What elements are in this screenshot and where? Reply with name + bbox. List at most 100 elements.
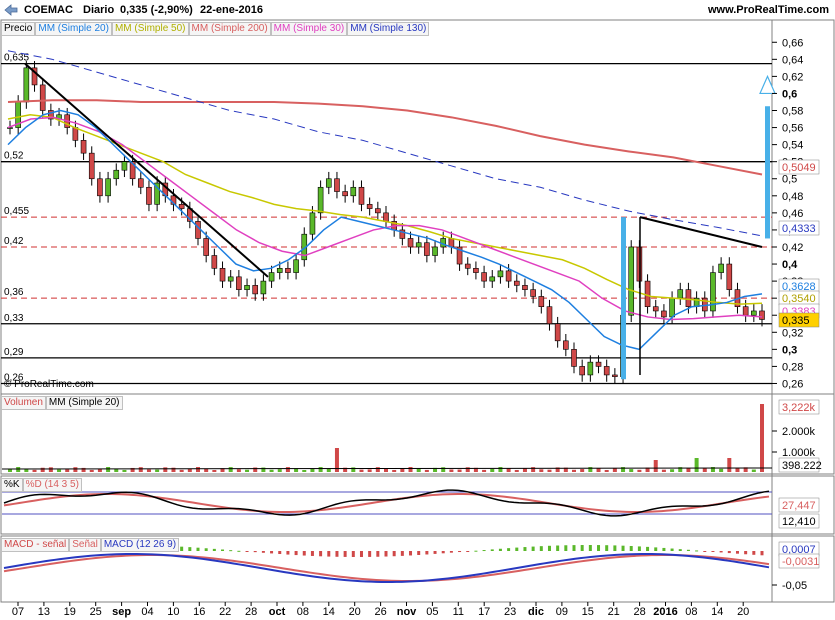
candle-body [268, 272, 275, 282]
x-tick-label: 05 [426, 606, 438, 618]
candle-body [260, 280, 267, 295]
tag-signal: -0,0031 [782, 556, 819, 568]
macd-hist-bar [507, 548, 511, 551]
candle-body [677, 289, 684, 299]
y-tick-label: 0,58 [782, 106, 803, 118]
y-tick-label: 0,62 [782, 71, 803, 83]
macd-hist-bar [564, 545, 568, 551]
tag-last-price: 0,335 [782, 315, 810, 327]
level-label: 0,42 [4, 236, 24, 247]
x-tick-label: oct [269, 606, 286, 618]
macd-hist-bar [359, 551, 363, 557]
legend-sma130: MM (Simple 130) [347, 22, 430, 36]
tag-sma50: 0,3540 [782, 293, 816, 305]
candle-body [563, 340, 569, 350]
level-label: 0,455 [4, 206, 29, 217]
x-tick-label: 23 [504, 606, 516, 618]
macd-hist-bar [278, 551, 282, 555]
candle-body [505, 270, 512, 282]
y-tick-label: 0,26 [782, 378, 803, 390]
volume-bar [686, 468, 691, 472]
volume-bar [122, 469, 127, 472]
candle-body [97, 178, 103, 197]
candle-body [726, 263, 733, 290]
macd-hist-bar [539, 546, 543, 551]
volume-bar [318, 467, 323, 472]
candle-body [612, 374, 618, 377]
candle-body [334, 178, 340, 192]
macd-hist-bar [368, 551, 372, 557]
tag-sma200: 0,5049 [782, 162, 816, 174]
y-tick-label: 0,6 [782, 88, 797, 100]
candle-body [513, 280, 520, 286]
macd-hist-bar [188, 547, 192, 551]
volume-bar [670, 469, 675, 472]
candle-body [219, 268, 226, 282]
y-tick-label: 0,5 [782, 174, 797, 186]
candle-body [23, 67, 30, 103]
volume-bar [449, 469, 454, 472]
legend-macd: MACD (12 26 9) [100, 538, 180, 552]
watermark: © ProRealTime.com [4, 379, 94, 390]
volume-bar [163, 467, 168, 472]
sma20-line [7, 109, 763, 351]
x-tick-label: 16 [193, 606, 205, 618]
macd-line [3, 553, 770, 583]
candle-body [285, 268, 291, 273]
x-tick-label: nov [397, 606, 417, 618]
macd-hist-bar [662, 547, 666, 551]
candle-body [178, 204, 185, 209]
breakout-bar [621, 217, 626, 380]
volume-bar [277, 469, 282, 472]
volume-bar [596, 468, 601, 472]
macd-hist-bar [245, 551, 249, 552]
candle-body [473, 268, 479, 273]
macd-hist-bar [425, 551, 429, 555]
macd-hist-bar [572, 545, 576, 551]
y-tick-label: 0,3 [782, 344, 797, 356]
candle-body [195, 221, 201, 239]
macd-hist-bar [237, 550, 241, 552]
macd-hist-bar [490, 549, 494, 551]
volume-bar [89, 469, 94, 472]
candle-body [571, 349, 577, 367]
y-tick-label: 0,46 [782, 208, 803, 220]
macd-hist-bar [417, 551, 421, 555]
macd-hist-bar [531, 546, 535, 551]
candle-body [72, 127, 79, 141]
y-tick-label: 0,54 [782, 140, 803, 152]
macd-hist-bar [703, 551, 707, 552]
x-tick-label: dic [528, 606, 544, 618]
volume-bar [604, 469, 609, 472]
x-tick-label: 17 [478, 606, 490, 618]
macd-hist-bar [458, 551, 462, 553]
y-tick-label: 0,28 [782, 361, 803, 373]
macd-hist-bar [441, 551, 445, 554]
volume-bar [367, 469, 372, 472]
macd-hist-bar [433, 551, 437, 554]
macd-hist-bar [646, 546, 650, 551]
macd-hist-bar [498, 548, 502, 551]
volume-bar [285, 467, 290, 472]
volume-bar [547, 469, 552, 472]
price-legend: Precio MM (Simple 20) MM (Simple 50) MM … [1, 22, 430, 36]
macd-hist-bar [351, 551, 355, 557]
y-tick-label: 0,56 [782, 123, 803, 135]
macd-hist-bar [605, 545, 609, 551]
macd-hist-bar [409, 551, 413, 556]
x-tick-label: 2016 [653, 606, 677, 618]
candle-body [146, 186, 152, 205]
macd-hist-bar [482, 550, 486, 552]
x-tick-label: 10 [167, 606, 179, 618]
volume-bar [514, 469, 519, 472]
volume-bar [146, 469, 151, 472]
macd-legend: MACD - señal Señal MACD (12 26 9) [1, 538, 180, 552]
macd-hist-bar [547, 545, 551, 551]
volume-bar [400, 468, 405, 472]
macd-hist-bar [212, 548, 216, 551]
candle-body [317, 186, 324, 214]
candle-body [432, 246, 438, 256]
candle-body [375, 208, 381, 214]
volume-bar [760, 404, 764, 472]
macd-hist-bar [580, 545, 584, 551]
